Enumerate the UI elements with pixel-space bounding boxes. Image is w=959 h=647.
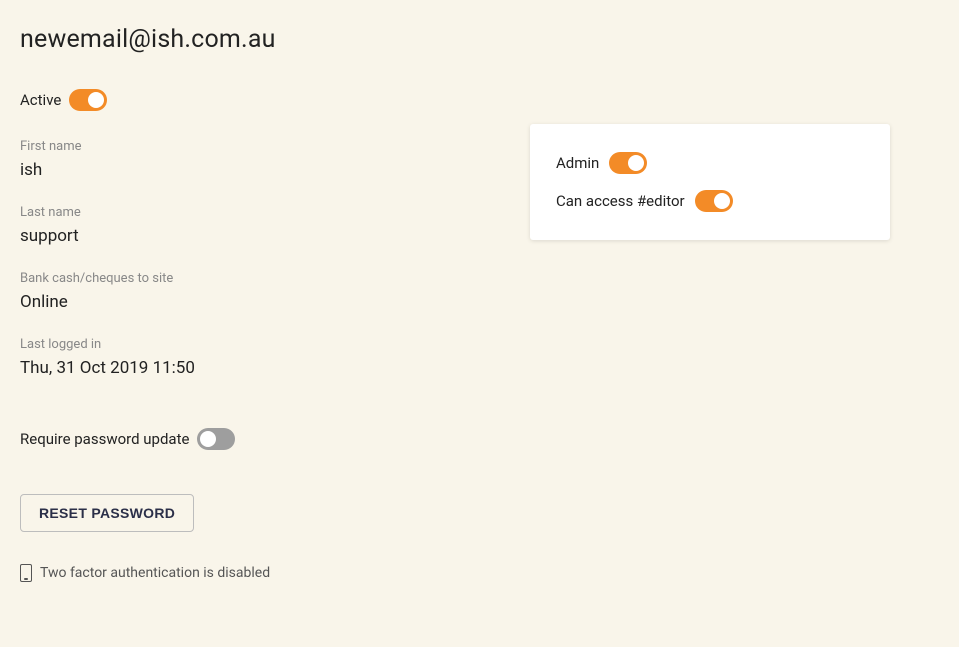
right-column: Admin Can access #editor <box>530 89 890 582</box>
last-name-value: support <box>20 226 490 246</box>
last-login-value: Thu, 31 Oct 2019 11:50 <box>20 358 490 378</box>
phone-icon <box>20 564 32 582</box>
require-password-row: Require password update <box>20 428 490 450</box>
last-name-label: Last name <box>20 205 490 220</box>
first-name-value: ish <box>20 160 490 180</box>
password-section: Require password update RESET PASSWORD <box>20 428 490 532</box>
admin-toggle[interactable] <box>609 152 647 174</box>
active-label: Active <box>20 91 61 109</box>
last-login-label: Last logged in <box>20 337 490 352</box>
editor-row: Can access #editor <box>556 190 864 212</box>
editor-label: Can access #editor <box>556 192 685 210</box>
active-toggle[interactable] <box>69 89 107 111</box>
bank-site-field[interactable]: Bank cash/cheques to site Online <box>20 271 490 312</box>
require-password-label: Require password update <box>20 430 189 448</box>
active-row: Active <box>20 89 490 111</box>
left-column: Active First name ish Last name support … <box>20 89 490 582</box>
admin-label: Admin <box>556 154 599 172</box>
permissions-card: Admin Can access #editor <box>530 124 890 240</box>
editor-toggle[interactable] <box>695 190 733 212</box>
first-name-label: First name <box>20 139 490 154</box>
last-name-field[interactable]: Last name support <box>20 205 490 246</box>
first-name-field[interactable]: First name ish <box>20 139 490 180</box>
reset-password-button[interactable]: RESET PASSWORD <box>20 494 194 532</box>
tfa-text: Two factor authentication is disabled <box>40 565 270 581</box>
last-login-field: Last logged in Thu, 31 Oct 2019 11:50 <box>20 337 490 378</box>
bank-site-label: Bank cash/cheques to site <box>20 271 490 286</box>
admin-row: Admin <box>556 152 864 174</box>
page-title: newemail@ish.com.au <box>20 25 939 54</box>
bank-site-value: Online <box>20 292 490 312</box>
tfa-row: Two factor authentication is disabled <box>20 564 490 582</box>
require-password-toggle[interactable] <box>197 428 235 450</box>
